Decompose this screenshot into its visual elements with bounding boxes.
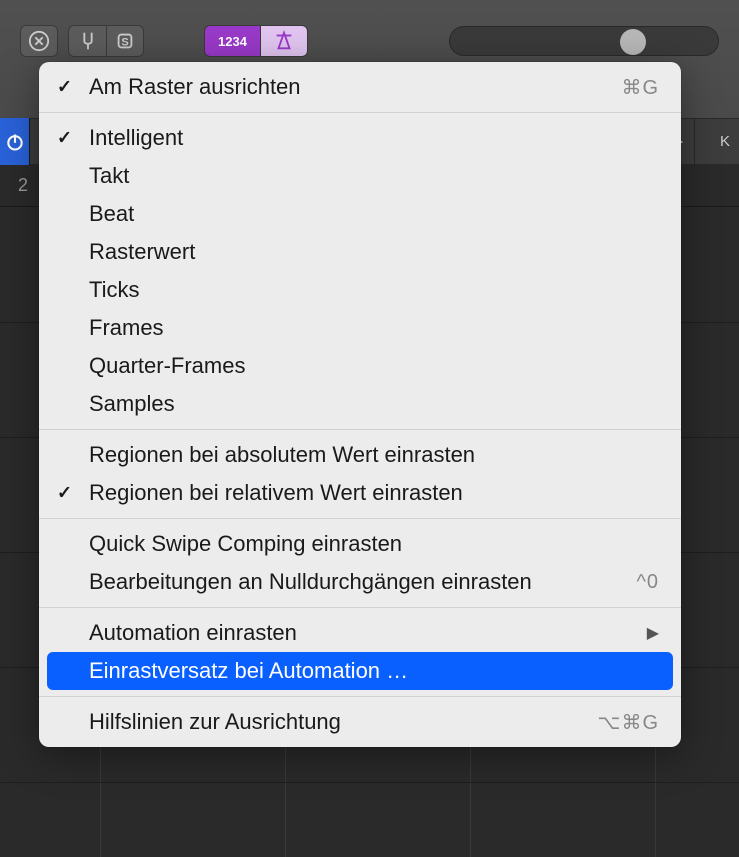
menu-item-label: Automation einrasten [89,620,297,646]
menu-item-snap-relative[interactable]: ✓ Regionen bei relativem Wert einrasten [39,474,681,512]
display-mode-button[interactable]: 1234 [204,25,260,57]
menu-item-division[interactable]: Rasterwert [39,233,681,271]
menu-item-label: Takt [89,163,129,189]
svg-text:S: S [121,37,128,49]
menu-item-frames[interactable]: Frames [39,309,681,347]
menu-item-snap-absolute[interactable]: Regionen bei absolutem Wert einrasten [39,436,681,474]
menu-item-label: Intelligent [89,125,183,151]
menu-item-ticks[interactable]: Ticks [39,271,681,309]
snap-context-menu: ✓ Am Raster ausrichten ⌘G ✓ Intelligent … [39,62,681,747]
chevron-right-icon: ▶ [647,623,659,643]
menu-item-label: Regionen bei relativem Wert einrasten [89,480,463,506]
metronome-icon [273,30,295,52]
power-button[interactable] [0,118,30,165]
menu-item-bar[interactable]: Takt [39,157,681,195]
menu-item-label: Rasterwert [89,239,195,265]
power-icon [5,132,25,152]
menu-item-label: Quick Swipe Comping einrasten [89,531,402,557]
menu-item-label: Samples [89,391,175,417]
display-number: 1234 [218,34,247,49]
menu-item-quick-swipe[interactable]: Quick Swipe Comping einrasten [39,525,681,563]
close-icon [28,30,50,52]
menu-shortcut: ^0 [636,571,659,594]
metronome-button[interactable] [260,25,308,57]
zoom-slider-handle[interactable] [620,29,646,55]
key-label: K [711,118,739,165]
menu-item-label: Ticks [89,277,140,303]
menu-item-alignment-guides[interactable]: Hilfslinien zur Ausrichtung ⌥⌘G [39,703,681,741]
zoom-slider[interactable] [449,26,719,56]
close-button[interactable] [20,25,58,57]
menu-item-quarter-frames[interactable]: Quarter-Frames [39,347,681,385]
menu-item-snap-automation[interactable]: Automation einrasten ▶ [39,614,681,652]
check-icon: ✓ [57,483,72,504]
menu-item-label: Beat [89,201,134,227]
menu-separator [39,518,681,519]
menu-separator [39,607,681,608]
menu-item-beat[interactable]: Beat [39,195,681,233]
menu-item-intelligent[interactable]: ✓ Intelligent [39,119,681,157]
menu-item-snap-to-grid[interactable]: ✓ Am Raster ausrichten ⌘G [39,68,681,106]
tuning-fork-icon [77,30,99,52]
menu-shortcut: ⌘G [621,75,659,100]
menu-item-label: Einrastversatz bei Automation … [89,658,408,684]
menu-separator [39,429,681,430]
tuning-fork-button[interactable] [68,25,106,57]
menu-item-label: Bearbeitungen an Nulldurchgängen einrast… [89,569,532,595]
menu-item-label: Quarter-Frames [89,353,245,379]
menu-item-samples[interactable]: Samples [39,385,681,423]
check-icon: ✓ [57,128,72,149]
solo-button[interactable]: S [106,25,144,57]
solo-icon: S [114,30,136,52]
menu-item-automation-offset[interactable]: Einrastversatz bei Automation … [47,652,673,690]
menu-item-zero-crossings[interactable]: Bearbeitungen an Nulldurchgängen einrast… [39,563,681,601]
timeline-marker: 2 [18,175,28,196]
menu-item-label: Frames [89,315,164,341]
menu-separator [39,112,681,113]
menu-item-label: Hilfslinien zur Ausrichtung [89,709,341,735]
menu-shortcut: ⌥⌘G [597,710,659,735]
menu-item-label: Am Raster ausrichten [89,74,301,100]
menu-item-label: Regionen bei absolutem Wert einrasten [89,442,475,468]
menu-separator [39,696,681,697]
check-icon: ✓ [57,77,72,98]
